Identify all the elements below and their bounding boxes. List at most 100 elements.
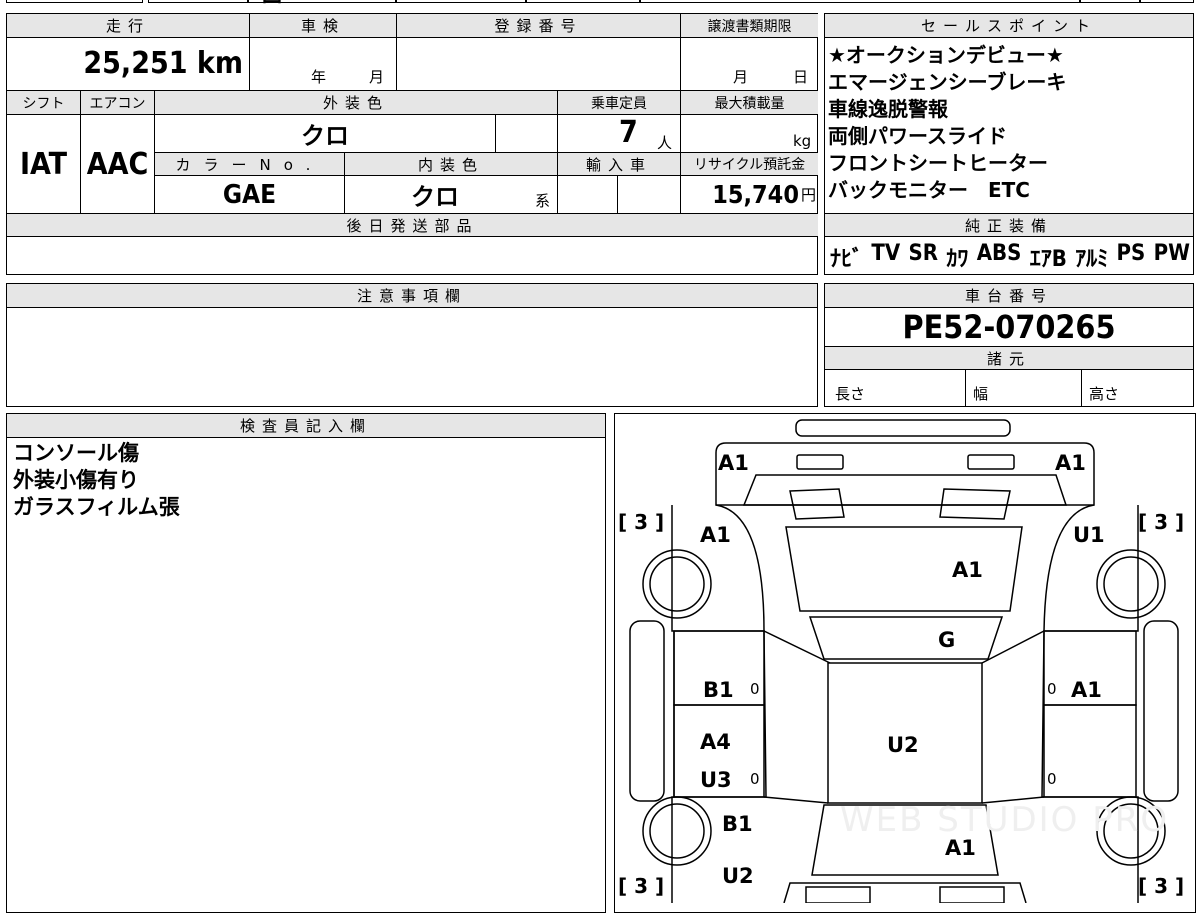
- recycle-unit: 円: [800, 186, 816, 204]
- damage-left-rear-lower: U2: [722, 864, 754, 888]
- damage-left-front-door: B1: [703, 678, 734, 702]
- sales-point: フロントシートヒーター: [828, 151, 1048, 175]
- spec-width-label: 幅: [973, 385, 989, 403]
- notes-block: 注意事項欄: [6, 283, 818, 407]
- spec-length-label: 長さ: [835, 385, 866, 403]
- shaken-header: 車検: [250, 14, 396, 37]
- aircon-header: エアコン: [81, 91, 154, 114]
- equipment-item: PS: [1116, 241, 1146, 266]
- spec-height-label: 高さ: [1089, 385, 1120, 403]
- damage-windshield: G: [938, 628, 956, 652]
- chassis-block: 車台番号 PE52-070265 諸元 長さ 幅 高さ: [824, 283, 1194, 407]
- equipment-item: ｴｱB: [1029, 247, 1067, 272]
- shaken-year-label: 年: [311, 68, 327, 86]
- top-strip-cell-2: [148, 0, 248, 3]
- capacity-header: 乗車定員: [558, 91, 680, 114]
- mileage-unit: km: [196, 45, 243, 81]
- front-right-lamp: [939, 488, 1011, 520]
- tire-tread-front-right: [ 3 ]: [1138, 510, 1185, 534]
- genuine-equipment-header: 純正装備: [825, 214, 1193, 236]
- damage-front-right-corner: A1: [1055, 451, 1086, 475]
- damage-roof: U2: [887, 733, 919, 757]
- mileage-number: 25,251: [83, 45, 188, 81]
- sales-points-header: セールスポイント: [825, 14, 1193, 37]
- interior-suffix: 系: [535, 192, 551, 210]
- zero-mark-left-rear: 0: [750, 770, 760, 788]
- right-side-outline: [1041, 505, 1139, 903]
- load-unit: kg: [793, 132, 812, 150]
- top-strip-cell-7: [1080, 0, 1140, 3]
- zero-mark-right-front: 0: [1047, 680, 1057, 698]
- recycle-number: 15,740: [712, 180, 799, 209]
- inspector-notes: コンソール傷 外装小傷有り ガラスフィルム張: [13, 440, 180, 521]
- front-left-lamp: [789, 488, 845, 520]
- deadline-header: 譲渡書類期限: [681, 14, 818, 37]
- damage-left-rear-door-a: A4: [700, 730, 731, 754]
- interior-color-header: 内装色: [345, 153, 557, 175]
- wheel-rear-left: [642, 796, 712, 866]
- front-bumper: [715, 442, 1095, 506]
- color-no-value: GAE: [222, 179, 277, 210]
- chassis-number: PE52-070265: [902, 308, 1116, 346]
- left-side-outline: [671, 505, 767, 903]
- registration-header: 登録番号: [397, 14, 680, 37]
- damage-right-front-fender: U1: [1073, 523, 1105, 547]
- left-headlight: [796, 454, 844, 470]
- max-load-header: 最大積載量: [681, 91, 818, 114]
- right-headlight: [967, 454, 1015, 470]
- equipment-item: PW: [1153, 241, 1190, 266]
- notes-header: 注意事項欄: [7, 284, 817, 307]
- color-no-header: カラーNo.: [155, 153, 344, 175]
- recycle-header: リサイクル預託金: [681, 153, 818, 175]
- tire-tread-front-left: [ 3 ]: [618, 510, 665, 534]
- sales-point: 両側パワースライド: [828, 124, 1007, 148]
- sales-point: ★オークションデビュー★: [828, 43, 1064, 67]
- inspector-note: ガラスフィルム張: [13, 495, 180, 519]
- wheel-front-right: [1096, 549, 1166, 619]
- damage-left-rear-fender: B1: [722, 812, 753, 836]
- later-parts-header: 後日発送部品: [7, 214, 818, 236]
- damage-right-front-door: A1: [1071, 678, 1102, 702]
- equipment-item: ﾅﾋﾞ: [830, 247, 864, 272]
- zero-mark-right-rear: 0: [1047, 770, 1057, 788]
- specs-header: 諸元: [825, 347, 1193, 369]
- windshield-shape: [808, 616, 1004, 660]
- top-strip-cell-1: [6, 0, 143, 3]
- capacity-unit: 人: [657, 134, 673, 152]
- top-fragment-text: 国: [262, 0, 282, 4]
- damage-front-left-corner: A1: [718, 451, 749, 475]
- sales-point: バックモニター ETC: [828, 178, 1030, 202]
- watermark-text: WEB STUDIO PRO: [840, 800, 1170, 840]
- top-strip-cell-6: [640, 0, 1080, 3]
- equipment-item: SR: [908, 241, 939, 266]
- deadline-day-label: 日: [793, 68, 809, 86]
- tire-tread-rear-right: [ 3 ]: [1138, 874, 1185, 898]
- shaken-month-label: 月: [369, 68, 385, 86]
- exterior-color-value: クロ: [301, 122, 349, 150]
- rear-bumper: [783, 882, 1027, 903]
- deadline-month-label: 月: [733, 68, 749, 86]
- equipment-item: ｶﾜ: [946, 247, 969, 272]
- equipment-item: ABS: [976, 241, 1022, 266]
- vehicle-info-block: 走行 車検 登録番号 譲渡書類期限 25,251 km 年 月 月 日 シフト …: [6, 13, 818, 275]
- top-strip-cell-5: [526, 0, 640, 3]
- right-side-step: [1143, 620, 1179, 802]
- top-strip-cell-8: [1140, 0, 1194, 3]
- genuine-equipment-list: ﾅﾋﾞ TV SR ｶﾜ ABS ｴｱB ｱﾙﾐ PS PW: [830, 241, 1190, 273]
- hood-shape: [785, 526, 1023, 612]
- sales-points-list: ★オークションデビュー★ エマージェンシーブレーキ 車線逸脱警報 両側パワースラ…: [828, 42, 1066, 204]
- shift-header: シフト: [7, 91, 80, 114]
- aircon-value: AAC: [86, 146, 149, 182]
- inspector-note: コンソール傷: [13, 441, 139, 465]
- damage-left-rear-door-b: U3: [700, 768, 732, 792]
- sales-point: 車線逸脱警報: [828, 97, 948, 121]
- wheel-front-left: [642, 549, 712, 619]
- sales-point: エマージェンシーブレーキ: [828, 70, 1067, 94]
- inspector-header: 検査員記入欄: [7, 414, 605, 437]
- equipment-item: TV: [871, 241, 901, 266]
- inspector-note: 外装小傷有り: [13, 468, 139, 492]
- left-side-step: [629, 620, 665, 802]
- damage-hood: A1: [952, 558, 983, 582]
- zero-mark-left-front: 0: [750, 680, 760, 698]
- right-rear-door: [1043, 704, 1137, 798]
